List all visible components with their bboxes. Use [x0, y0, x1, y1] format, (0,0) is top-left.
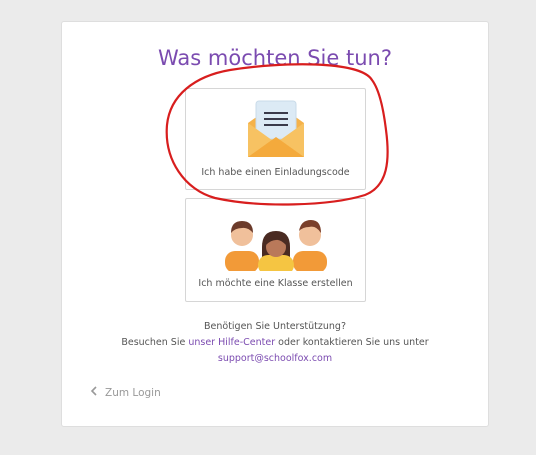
page-title: Was möchten Sie tun?: [158, 46, 392, 70]
create-class-label: Ich möchte eine Klasse erstellen: [198, 278, 353, 289]
people-group-icon: [225, 220, 327, 271]
back-label: Zum Login: [105, 386, 161, 399]
chevron-left-icon: [90, 386, 97, 399]
support-email-link[interactable]: support@schoolfox.com: [218, 353, 332, 364]
support-question: Benötigen Sie Unterstützung?: [204, 321, 346, 332]
support-line-prefix: Besuchen Sie: [121, 337, 186, 348]
create-class-option[interactable]: Ich möchte eine Klasse erstellen: [185, 198, 366, 302]
support-line-suffix: oder kontaktieren Sie uns unter: [278, 337, 429, 348]
card: Was möchten Sie tun? Ich habe einen Einl…: [61, 21, 489, 427]
support-text: Benötigen Sie Unterstützung? Besuchen Si…: [62, 319, 488, 367]
invitation-code-option[interactable]: Ich habe einen Einladungscode: [185, 88, 366, 190]
invitation-code-label: Ich habe einen Einladungscode: [201, 167, 350, 178]
back-to-login-link[interactable]: Zum Login: [90, 386, 161, 399]
help-center-link[interactable]: unser Hilfe-Center: [188, 337, 275, 348]
envelope-icon: [248, 100, 304, 157]
